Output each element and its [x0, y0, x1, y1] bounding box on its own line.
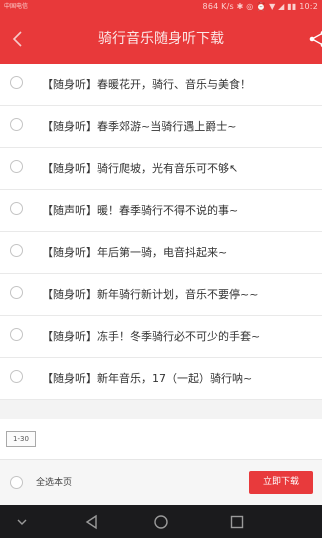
item-title: 【随身听】年后第一骑，电音抖起来~: [42, 246, 228, 259]
recents-square-icon[interactable]: [228, 513, 246, 531]
page-title: 骑行音乐随身听下载: [98, 31, 224, 47]
carrier-label: 中国电信: [4, 3, 29, 10]
select-all-label[interactable]: 全选本页: [36, 460, 72, 506]
item-title: 【随身听】春暖花开，骑行、音乐与美食！: [42, 78, 251, 91]
list-item[interactable]: 【随身听】新年音乐，17（一起）骑行呐~: [0, 358, 322, 400]
item-title: 【随身听】新年音乐，17（一起）骑行呐~: [42, 372, 253, 385]
list-item[interactable]: 【随身听】年后第一骑，电音抖起来~: [0, 232, 322, 274]
download-now-button[interactable]: 立即下载: [249, 471, 313, 494]
list-spacer: [0, 400, 322, 412]
list-item[interactable]: 【随声听】暖！春季骑行不得不说的事~: [0, 190, 322, 232]
select-radio[interactable]: [10, 244, 23, 257]
list-item[interactable]: 【随身听】春季郊游~当骑行遇上爵士~: [0, 106, 322, 148]
back-button[interactable]: [6, 26, 30, 52]
chevron-down-icon[interactable]: [13, 513, 31, 531]
list-item[interactable]: 【随身听】春暖花开，骑行、音乐与美食！: [0, 64, 322, 106]
list-item[interactable]: 【随身听】骑行爬坡，光有音乐可不够↖: [0, 148, 322, 190]
list-item[interactable]: 【随身听】冻手！冬季骑行必不可少的手套~: [0, 316, 322, 358]
home-circle-icon[interactable]: [152, 513, 170, 531]
chevron-left-icon: [12, 31, 22, 47]
status-bar: 中国电信 864 K/s ✱ ◎ ⏰ ▼ ◢ ▮▮ 10:2: [0, 0, 322, 14]
item-title: 【随身听】骑行爬坡，光有音乐可不够↖: [42, 162, 239, 175]
select-radio[interactable]: [10, 76, 23, 89]
page-range-button[interactable]: 1-30: [6, 431, 36, 447]
item-title: 【随身听】新年骑行新计划，音乐不要停~~: [42, 288, 259, 301]
app-header: 骑行音乐随身听下载: [0, 14, 322, 64]
select-radio[interactable]: [10, 328, 23, 341]
select-radio[interactable]: [10, 370, 23, 383]
download-list: 【随身听】春暖花开，骑行、音乐与美食！ 【随身听】春季郊游~当骑行遇上爵士~ 【…: [0, 64, 322, 412]
select-radio[interactable]: [10, 118, 23, 131]
select-radio[interactable]: [10, 202, 23, 215]
item-title: 【随身听】春季郊游~当骑行遇上爵士~: [42, 120, 237, 133]
select-radio[interactable]: [10, 286, 23, 299]
list-item[interactable]: 【随身听】新年骑行新计划，音乐不要停~~: [0, 274, 322, 316]
back-triangle-icon[interactable]: [83, 513, 101, 531]
share-icon: [309, 30, 322, 48]
pager-row: 1-30: [0, 419, 322, 459]
select-all-radio[interactable]: [10, 476, 23, 489]
status-indicators: 864 K/s ✱ ◎ ⏰ ▼ ◢ ▮▮ 10:2: [202, 2, 318, 11]
system-nav-bar: [0, 505, 322, 538]
select-radio[interactable]: [10, 160, 23, 173]
item-title: 【随身听】冻手！冬季骑行必不可少的手套~: [42, 330, 261, 343]
share-button[interactable]: [304, 28, 322, 50]
item-title: 【随声听】暖！春季骑行不得不说的事~: [42, 204, 239, 217]
bottom-action-bar: 全选本页 立即下载: [0, 459, 322, 505]
